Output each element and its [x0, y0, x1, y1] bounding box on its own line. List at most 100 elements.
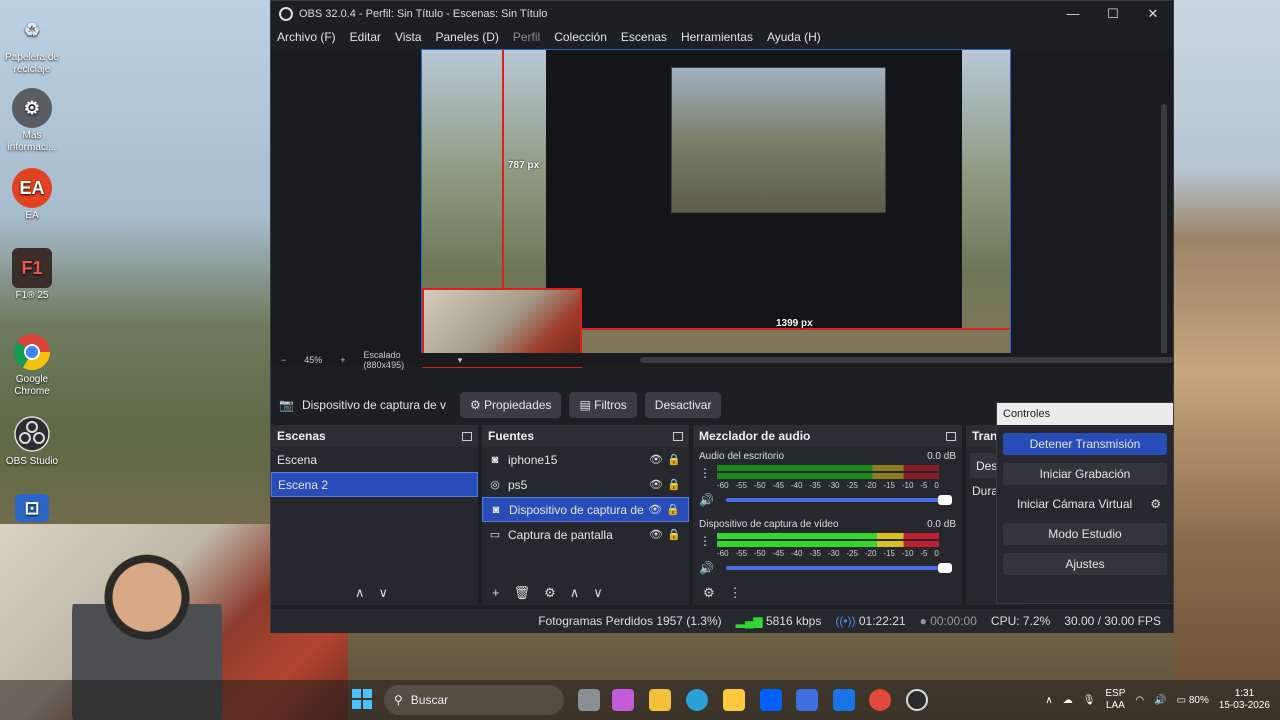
- move-up-icon[interactable]: ∧: [355, 585, 365, 601]
- move-down-icon[interactable]: ∨: [593, 585, 603, 601]
- source-item-selected[interactable]: ◙ Dispositivo de captura de 👁 🔒: [482, 497, 689, 522]
- filters-label: Filtros: [594, 398, 627, 412]
- kebab-menu-icon[interactable]: ⋮: [699, 466, 711, 480]
- search-box[interactable]: ⚲ Buscar: [384, 685, 564, 715]
- slider-knob[interactable]: [937, 563, 952, 573]
- desktop-icon-f1[interactable]: F1 F1® 25: [2, 248, 62, 302]
- desktop-icon-chrome[interactable]: Google Chrome: [2, 332, 62, 398]
- menu-help[interactable]: Ayuda (H): [767, 30, 821, 44]
- start-virtual-camera-button[interactable]: Iniciar Cámara Virtual: [1017, 493, 1132, 515]
- preview-nested-window-inner: [671, 67, 886, 213]
- chevron-up-icon[interactable]: ∧: [1045, 695, 1052, 706]
- settings-button[interactable]: Ajustes: [1003, 553, 1167, 575]
- minimize-button[interactable]: —: [1053, 6, 1093, 22]
- menu-profile[interactable]: Perfil: [513, 30, 540, 44]
- zoom-in-button[interactable]: +: [340, 355, 345, 365]
- popout-icon[interactable]: [462, 431, 472, 441]
- filters-button[interactable]: ▤ Filtros: [569, 392, 637, 418]
- dropbox-icon[interactable]: [760, 689, 782, 711]
- gear-icon[interactable]: ⚙: [703, 585, 715, 601]
- visibility-icon[interactable]: 👁: [647, 453, 665, 466]
- notes-icon[interactable]: [796, 689, 818, 711]
- move-up-icon[interactable]: ∧: [570, 585, 580, 601]
- gear-icon[interactable]: ⚙: [544, 585, 556, 601]
- scene-item-selected[interactable]: Escena 2: [271, 472, 478, 497]
- studio-mode-button[interactable]: Modo Estudio: [1003, 523, 1167, 545]
- scale-tick: -40: [790, 549, 803, 558]
- desktop-icon-more-info[interactable]: ⚙ Más informaci...: [2, 88, 62, 154]
- visibility-icon[interactable]: 👁: [647, 478, 665, 491]
- lock-icon[interactable]: 🔒: [665, 453, 683, 466]
- obs-icon[interactable]: [906, 689, 928, 711]
- edge-icon[interactable]: [686, 689, 708, 711]
- preview-vertical-scrollbar[interactable]: [1161, 104, 1167, 364]
- microphone-icon[interactable]: 🎙: [1083, 695, 1096, 706]
- speaker-icon[interactable]: 🔊: [699, 493, 714, 507]
- language-indicator[interactable]: ESP LAA: [1105, 688, 1125, 712]
- zoom-out-button[interactable]: −: [281, 355, 286, 365]
- speaker-icon[interactable]: 🔊: [699, 561, 714, 575]
- stop-stream-button[interactable]: Detener Transmisión: [1003, 433, 1167, 455]
- popout-icon[interactable]: [946, 431, 956, 441]
- source-item[interactable]: ◙ iphone15 👁 🔒: [482, 447, 689, 472]
- slider-knob[interactable]: [937, 495, 952, 505]
- scale-tick: -35: [809, 481, 821, 490]
- volume-icon[interactable]: 🔊: [1154, 695, 1166, 706]
- system-tray: ∧ ☁ 🎙 ESP LAA ◠ 🔊 ▭ 80% 1:31 15-03-2026: [1045, 680, 1280, 720]
- battery-icon: ▭: [1176, 694, 1189, 706]
- menu-edit[interactable]: Editar: [350, 30, 381, 44]
- onedrive-icon[interactable]: ☁: [1063, 695, 1073, 706]
- kebab-menu-icon[interactable]: ⋮: [699, 534, 711, 548]
- clock[interactable]: 1:31 15-03-2026: [1219, 688, 1270, 712]
- chevron-down-icon[interactable]: ▾: [458, 355, 463, 366]
- widgets-icon[interactable]: [578, 689, 600, 711]
- desktop-icon-ea[interactable]: EA EA: [2, 168, 62, 222]
- info-icon: ⚙: [12, 88, 52, 128]
- meter-bar: [717, 473, 939, 479]
- gear-icon[interactable]: ⚙: [1150, 493, 1161, 515]
- menu-bar: Archivo (F) Editar Vista Paneles (D) Per…: [271, 26, 1173, 48]
- desktop-icon-recycle-bin[interactable]: ♻ Papelera de reciclaje: [2, 10, 62, 76]
- preview-area[interactable]: 787 px 1399 px − 45% + Escalado (880x495…: [271, 49, 1173, 370]
- menu-view[interactable]: Vista: [395, 30, 421, 44]
- desktop-icon-obs[interactable]: OBS Studio: [2, 414, 62, 468]
- kebab-menu-icon[interactable]: ⋮: [729, 585, 742, 601]
- start-recording-button[interactable]: Iniciar Grabación: [1003, 463, 1167, 485]
- file-explorer-icon[interactable]: [649, 689, 671, 711]
- scene-item[interactable]: Escena: [271, 447, 478, 472]
- start-button[interactable]: [352, 689, 372, 709]
- wifi-icon[interactable]: ◠: [1135, 695, 1144, 706]
- visibility-icon[interactable]: 👁: [646, 503, 664, 516]
- chrome-icon[interactable]: [869, 689, 891, 711]
- scale-tick: -30: [827, 549, 840, 558]
- close-button[interactable]: ✕: [1133, 6, 1173, 22]
- popout-icon[interactable]: [673, 431, 683, 441]
- store-icon[interactable]: [723, 689, 745, 711]
- preview-horizontal-scrollbar[interactable]: [640, 357, 1173, 363]
- battery-indicator[interactable]: ▭ 80%: [1177, 695, 1209, 706]
- trash-icon[interactable]: 🗑: [514, 585, 531, 601]
- properties-button[interactable]: ⚙ Propiedades: [459, 392, 562, 418]
- lock-icon[interactable]: 🔒: [665, 528, 683, 541]
- source-item[interactable]: ▭ Captura de pantalla 👁 🔒: [482, 522, 689, 547]
- move-down-icon[interactable]: ∨: [379, 585, 389, 601]
- lock-icon[interactable]: 🔒: [664, 503, 682, 516]
- volume-slider[interactable]: [725, 563, 952, 573]
- menu-docks[interactable]: Paneles (D): [436, 30, 499, 44]
- lock-icon[interactable]: 🔒: [665, 478, 683, 491]
- menu-file[interactable]: Archivo (F): [277, 30, 336, 44]
- visibility-icon[interactable]: 👁: [647, 528, 665, 541]
- menu-tools[interactable]: Herramientas: [681, 30, 753, 44]
- maximize-button[interactable]: ☐: [1093, 6, 1133, 22]
- menu-collection[interactable]: Colección: [554, 30, 607, 44]
- desktop-icon-gamepad[interactable]: ⊡: [2, 494, 62, 524]
- outlook-icon[interactable]: [833, 689, 855, 711]
- menu-scenes[interactable]: Escenas: [621, 30, 667, 44]
- preview-canvas[interactable]: 787 px 1399 px: [421, 49, 1011, 368]
- source-item[interactable]: ◎ ps5 👁 🔒: [482, 472, 689, 497]
- deactivate-button[interactable]: Desactivar: [644, 392, 722, 418]
- add-icon[interactable]: +: [492, 585, 500, 601]
- volume-slider[interactable]: [725, 495, 952, 505]
- scale-label[interactable]: Escalado (880x495): [364, 350, 440, 370]
- copilot-icon[interactable]: [612, 689, 634, 711]
